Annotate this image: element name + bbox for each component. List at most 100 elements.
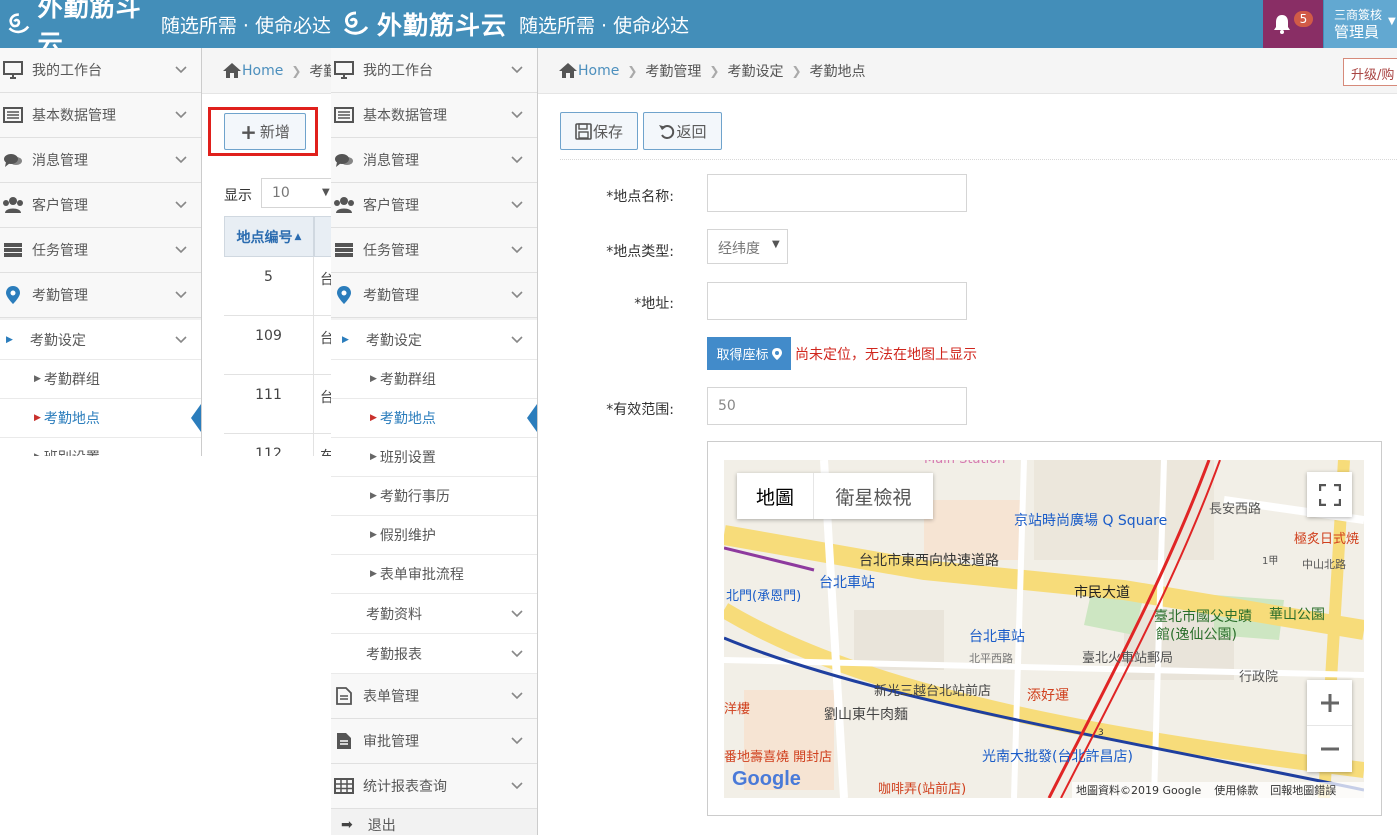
column-header-location-id[interactable]: 地点编号 ▲ xyxy=(224,216,314,257)
chevron-down-icon[interactable] xyxy=(507,686,527,706)
range-field[interactable] xyxy=(708,388,966,424)
chevron-down-icon[interactable] xyxy=(171,150,191,170)
home-icon[interactable] xyxy=(558,62,578,79)
submenu-item[interactable]: ▶ 考勤群组 xyxy=(331,360,537,399)
map-label: 光南大批發(台北許昌店) xyxy=(982,749,1133,765)
submenu-item[interactable]: ▶ 考勤行事历 xyxy=(331,477,537,516)
tab-satellite[interactable]: 衛星檢視 xyxy=(814,473,933,519)
sidebar-item[interactable]: 基本数据管理 xyxy=(331,93,537,138)
desktop-icon xyxy=(333,60,355,80)
chevron-down-icon[interactable] xyxy=(171,285,191,305)
chevron-down-icon[interactable] xyxy=(171,240,191,260)
chevron-down-icon[interactable] xyxy=(507,604,527,624)
column-header-second[interactable] xyxy=(314,216,331,257)
notification-area[interactable]: 5 xyxy=(1263,0,1323,48)
name-label: *地点名称: xyxy=(606,189,674,205)
table-cell[interactable]: 109 xyxy=(224,316,314,375)
sidebar-item[interactable]: 任务管理 xyxy=(331,228,537,273)
table-cell[interactable]: 112 xyxy=(224,434,314,456)
sign-out-icon: ➡ xyxy=(341,817,353,833)
submenu-label: 考勤地点 xyxy=(379,411,436,427)
user-menu[interactable]: 三商簽核 管理員 ▼ xyxy=(1324,0,1397,48)
name-field[interactable] xyxy=(708,175,966,211)
sidebar-item[interactable]: 消息管理 xyxy=(0,138,201,183)
submenu-kaoqin-setting[interactable]: ▶ 考勤设定 xyxy=(0,320,201,360)
sidebar-item[interactable]: 考勤管理 xyxy=(0,273,201,318)
chevron-down-icon[interactable] xyxy=(507,285,527,305)
chevron-down-icon[interactable] xyxy=(171,60,191,80)
chevron-down-icon[interactable] xyxy=(507,644,527,664)
chevron-down-icon[interactable] xyxy=(507,150,527,170)
add-button[interactable]: + 新增 xyxy=(224,113,306,150)
breadcrumb-item[interactable]: 考勤管理 xyxy=(645,61,701,81)
submenu-item-shift[interactable]: ▶ 班别设置 xyxy=(0,438,201,456)
address-input[interactable] xyxy=(707,282,967,320)
report-link[interactable]: 回報地圖錯誤 xyxy=(1270,782,1336,798)
submenu-item[interactable]: ▶ 班别设置 xyxy=(331,438,537,477)
sidebar-item[interactable]: 审批管理 xyxy=(331,719,537,764)
submenu-item[interactable]: ▶ 假别维护 xyxy=(331,516,537,555)
table-cell[interactable]: 5 xyxy=(224,257,314,316)
tab-map-label: 地圖 xyxy=(755,486,794,509)
sidebar-item[interactable]: 客户管理 xyxy=(0,183,201,228)
zoom-out-button[interactable] xyxy=(1307,726,1352,772)
type-select[interactable]: 经纬度 ▼ xyxy=(707,229,788,264)
submenu-group[interactable]: 考勤资料 xyxy=(331,594,537,634)
comments-icon xyxy=(333,150,355,170)
breadcrumb-item[interactable]: 考勤设定 xyxy=(727,61,783,81)
sidebar-item[interactable]: 考勤管理 xyxy=(331,273,537,318)
sidebar-item[interactable]: 统计报表查询 xyxy=(331,764,537,809)
sidebar-item-label: 消息管理 xyxy=(363,153,419,169)
notification-badge: 5 xyxy=(1293,11,1314,27)
tab-map[interactable]: 地圖 xyxy=(737,473,814,519)
submenu-label: 考勤资料 xyxy=(366,606,422,623)
chevron-down-icon[interactable] xyxy=(507,731,527,751)
submenu-kaoqin-setting[interactable]: ▶ 考勤设定 xyxy=(331,320,537,360)
fullscreen-button[interactable] xyxy=(1307,472,1352,517)
upgrade-button[interactable]: 升级/购 xyxy=(1343,58,1397,86)
chevron-down-icon[interactable] xyxy=(507,195,527,215)
submenu-group[interactable]: 考勤报表 xyxy=(331,634,537,674)
chevron-down-icon[interactable] xyxy=(507,240,527,260)
breadcrumb-home[interactable]: Home xyxy=(242,63,283,79)
users-icon xyxy=(2,195,24,215)
sidebar-item[interactable]: 表单管理 xyxy=(331,674,537,719)
breadcrumb-home[interactable]: Home xyxy=(578,63,619,79)
caret-down-icon: ▼ xyxy=(1388,16,1396,27)
range-input[interactable] xyxy=(707,387,967,425)
chevron-down-icon[interactable] xyxy=(507,330,527,350)
back-button[interactable]: 返回 xyxy=(643,112,722,150)
plus-icon xyxy=(1320,693,1339,712)
submenu-item-group[interactable]: ▶ 考勤群组 xyxy=(0,360,201,399)
sidebar-item[interactable]: 我的工作台 xyxy=(0,48,201,93)
save-button[interactable]: 保存 xyxy=(560,112,638,150)
chevron-down-icon[interactable] xyxy=(171,330,191,350)
chevron-down-icon[interactable] xyxy=(507,776,527,796)
submenu-item[interactable]: ▶ 考勤地点 xyxy=(331,399,537,438)
sidebar-item[interactable]: 客户管理 xyxy=(331,183,537,228)
name-input[interactable] xyxy=(707,174,967,212)
breadcrumb-item[interactable]: 考勤 xyxy=(309,61,331,81)
home-icon[interactable] xyxy=(222,62,242,79)
zoom-in-button[interactable] xyxy=(1307,680,1352,726)
google-map[interactable]: Main Station 京站時尚廣場 Q Square 長安西路極炙日式焼台北市東… xyxy=(724,460,1364,798)
map-label: 台北車站 xyxy=(969,629,1025,645)
map-label: 華山公園 xyxy=(1269,607,1325,623)
terms-link[interactable]: 使用條款 xyxy=(1214,782,1258,798)
table-cell[interactable]: 111 xyxy=(224,375,314,434)
submenu-item-location[interactable]: ▶ 考勤地点 xyxy=(0,399,201,438)
chevron-down-icon[interactable] xyxy=(171,105,191,125)
sidebar-item[interactable]: 任务管理 xyxy=(0,228,201,273)
sidebar-item[interactable]: 消息管理 xyxy=(331,138,537,183)
get-coords-button[interactable]: 取得座标 xyxy=(707,337,791,370)
chevron-down-icon[interactable] xyxy=(507,105,527,125)
page-size-select[interactable]: 10 ▼ xyxy=(261,178,331,208)
chevron-down-icon[interactable] xyxy=(507,60,527,80)
sidebar-item[interactable]: 我的工作台 xyxy=(331,48,537,93)
chevron-down-icon[interactable] xyxy=(171,195,191,215)
logout-item[interactable]: ➡ 退出 xyxy=(331,810,537,835)
map-label: 京站時尚廣場 Q Square xyxy=(1014,513,1168,529)
sidebar-item[interactable]: 基本数据管理 xyxy=(0,93,201,138)
submenu-item[interactable]: ▶ 表单审批流程 xyxy=(331,555,537,594)
address-field[interactable] xyxy=(708,283,966,319)
